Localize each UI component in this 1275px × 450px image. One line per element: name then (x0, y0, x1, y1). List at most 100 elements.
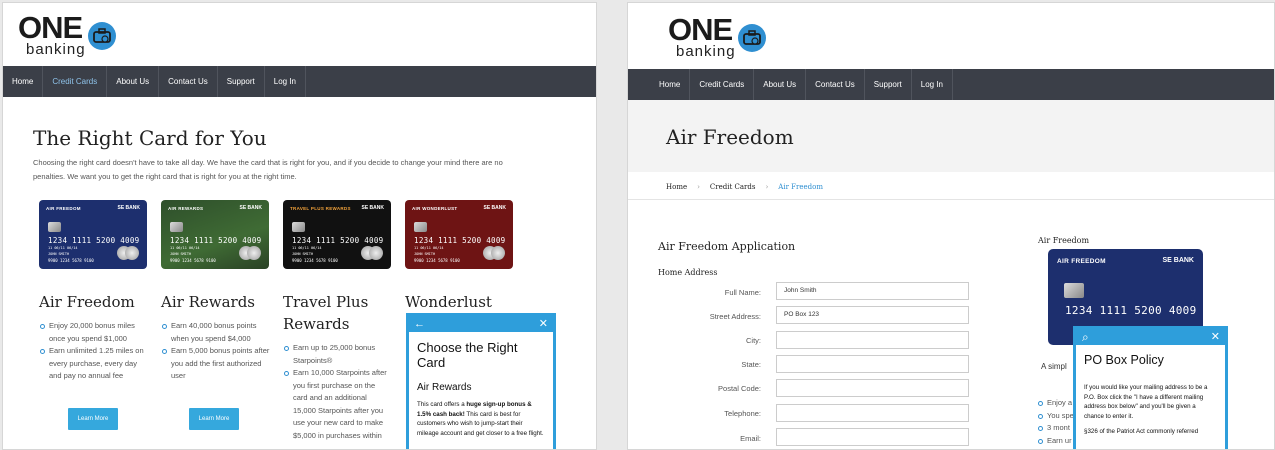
card-number: 1234 1111 5200 4009 (414, 236, 506, 245)
popup-header: ← ✕ (409, 316, 553, 332)
side-title: Air Freedom (1038, 236, 1090, 245)
benefits-air-rewards: Earn 40,000 bonus points when you spend … (162, 320, 270, 383)
learn-more-air-rewards-button[interactable]: Learn More (189, 408, 239, 430)
benefit-item: Earn 40,000 bonus points when you spend … (162, 320, 270, 345)
intro-text: Choosing the right card doesn't have to … (33, 158, 503, 181)
card-number: 1234 1111 5200 4009 (170, 236, 262, 245)
breadcrumb-separator-icon: › (697, 183, 700, 191)
card-title-air-rewards: Air Rewards (161, 293, 255, 311)
nav-credit-cards[interactable]: Credit Cards (690, 69, 755, 100)
chip-icon (170, 222, 183, 232)
popup-subtitle: Air Rewards (417, 382, 472, 393)
card-bank: SE BANK (1162, 257, 1194, 264)
breadcrumb: Home › Credit Cards › Air Freedom (666, 183, 823, 191)
logo-sub: banking (26, 41, 86, 58)
card-extra-number: 9900 1234 5678 9100 (292, 258, 338, 263)
breadcrumb-credit-cards[interactable]: Credit Cards (710, 183, 756, 191)
nav-about-us[interactable]: About Us (754, 69, 807, 100)
right-screenshot: ONE banking Home Credit Cards About Us C… (627, 2, 1275, 450)
search-icon[interactable]: ⌕ (1082, 329, 1089, 345)
one-banking-logo[interactable]: ONE banking (668, 14, 778, 65)
card-title-travel-plus: Travel Plus Rewards (283, 293, 369, 333)
postal-code-field[interactable] (776, 379, 969, 397)
popup-paragraph-2: §326 of the Patriot Act commonly referre… (1084, 428, 1199, 435)
street-address-field[interactable]: PO Box 123 (776, 306, 969, 324)
popup-header: ⌕ ✕ (1076, 329, 1225, 345)
card-label: TRAVEL PLUS REWARDS (290, 206, 351, 211)
side-benefits: Enjoy a You spe 3 mont Earn ur (1038, 397, 1078, 447)
email-field[interactable] (776, 428, 969, 446)
logo-briefcase-icon (88, 22, 116, 50)
logo-briefcase-icon (738, 24, 766, 52)
nav-home[interactable]: Home (650, 69, 691, 100)
card-extra-number: 9900 1234 5678 9100 (414, 258, 460, 263)
city-label: City: (746, 336, 761, 345)
card-valid: 11 06/11 06/14 (414, 246, 444, 250)
card-bank: SE BANK (117, 205, 140, 211)
card-number: 1234 1111 5200 4009 (48, 236, 140, 245)
po-box-policy-popup: ⌕ ✕ PO Box Policy If you would like your… (1073, 326, 1228, 449)
form-title: Air Freedom Application (658, 240, 796, 253)
logo-sub: banking (676, 43, 736, 60)
popup-paragraph-1: If you would like your mailing address t… (1084, 384, 1208, 420)
telephone-label: Telephone: (724, 409, 761, 418)
learn-more-air-freedom-button[interactable]: Learn More (68, 408, 118, 430)
side-text: A simpl (1041, 362, 1067, 371)
main-nav: Home Credit Cards About Us Contact Us Su… (628, 69, 1274, 100)
email-label: Email: (740, 434, 761, 443)
nav-about-us[interactable]: About Us (107, 66, 160, 97)
card-valid: 11 06/11 06/14 (48, 246, 78, 250)
card-holder: JOHN SMITH (292, 252, 314, 256)
city-field[interactable] (776, 331, 969, 349)
benefit-item: Earn 5,000 bonus points after you add th… (162, 345, 270, 383)
card-label: AIR REWARDS (168, 206, 204, 211)
nav-support[interactable]: Support (865, 69, 912, 100)
card-bank: SE BANK (361, 205, 384, 211)
breadcrumb-separator-icon: › (765, 183, 769, 191)
one-banking-logo[interactable]: ONE banking (18, 12, 128, 63)
benefits-air-freedom: Enjoy 20,000 bonus miles once you spend … (40, 320, 148, 383)
popup-body-start: This card offers a (417, 401, 467, 408)
benefit-item: Earn up to 25,000 bonus Starpoints® (284, 342, 390, 367)
nav-support[interactable]: Support (218, 66, 265, 97)
card-extra-number: 9900 1234 5678 9100 (48, 258, 94, 263)
back-arrow-icon[interactable]: ← (414, 316, 425, 332)
street-address-label: Street Address: (709, 312, 761, 321)
nav-home[interactable]: Home (3, 66, 44, 97)
card-extra-number: 9900 1234 5678 9100 (170, 258, 216, 263)
telephone-field[interactable] (776, 404, 969, 422)
card-valid: 11 06/11 06/14 (170, 246, 200, 250)
card-image-travel-plus[interactable]: TRAVEL PLUS REWARDS SE BANK 1234 1111 52… (283, 200, 391, 269)
card-network-icon (361, 246, 383, 260)
card-label: AIR FREEDOM (1057, 258, 1106, 265)
left-screenshot: ONE banking Home Credit Cards About Us C… (2, 2, 597, 450)
chip-icon (1064, 283, 1084, 298)
side-benefit-item: Enjoy a (1038, 397, 1078, 410)
card-network-icon (239, 246, 261, 260)
card-image-air-freedom[interactable]: AIR FREEDOM SE BANK 1234 1111 5200 4009 … (39, 200, 147, 269)
chip-icon (48, 222, 61, 232)
nav-credit-cards[interactable]: Credit Cards (43, 66, 108, 97)
form-section-title: Home Address (658, 268, 718, 277)
close-icon[interactable]: ✕ (1211, 329, 1220, 345)
divider (628, 199, 1274, 200)
side-benefit-item: 3 mont (1038, 422, 1078, 435)
card-bank: SE BANK (239, 205, 262, 211)
nav-log-in[interactable]: Log In (265, 66, 307, 97)
benefit-item: Enjoy 20,000 bonus miles once you spend … (40, 320, 148, 345)
chip-icon (292, 222, 305, 232)
breadcrumb-home[interactable]: Home (666, 183, 687, 191)
card-image-air-rewards[interactable]: AIR REWARDS SE BANK 1234 1111 5200 4009 … (161, 200, 269, 269)
choose-card-popup: ← ✕ Choose the Right Card Air Rewards Th… (406, 313, 556, 449)
nav-log-in[interactable]: Log In (912, 69, 954, 100)
card-label: AIR WONDERLUST (412, 206, 458, 211)
page-title: The Right Card for You (33, 126, 267, 150)
card-image-wonderlust[interactable]: AIR WONDERLUST SE BANK 1234 1111 5200 40… (405, 200, 513, 269)
nav-contact-us[interactable]: Contact Us (806, 69, 865, 100)
nav-contact-us[interactable]: Contact Us (159, 66, 218, 97)
close-icon[interactable]: ✕ (539, 316, 548, 332)
full-name-field[interactable]: John Smith (776, 282, 969, 300)
benefit-item: Earn unlimited 1.25 miles on every purch… (40, 345, 148, 383)
side-benefit-item: You spe (1038, 410, 1078, 423)
state-field[interactable] (776, 355, 969, 373)
